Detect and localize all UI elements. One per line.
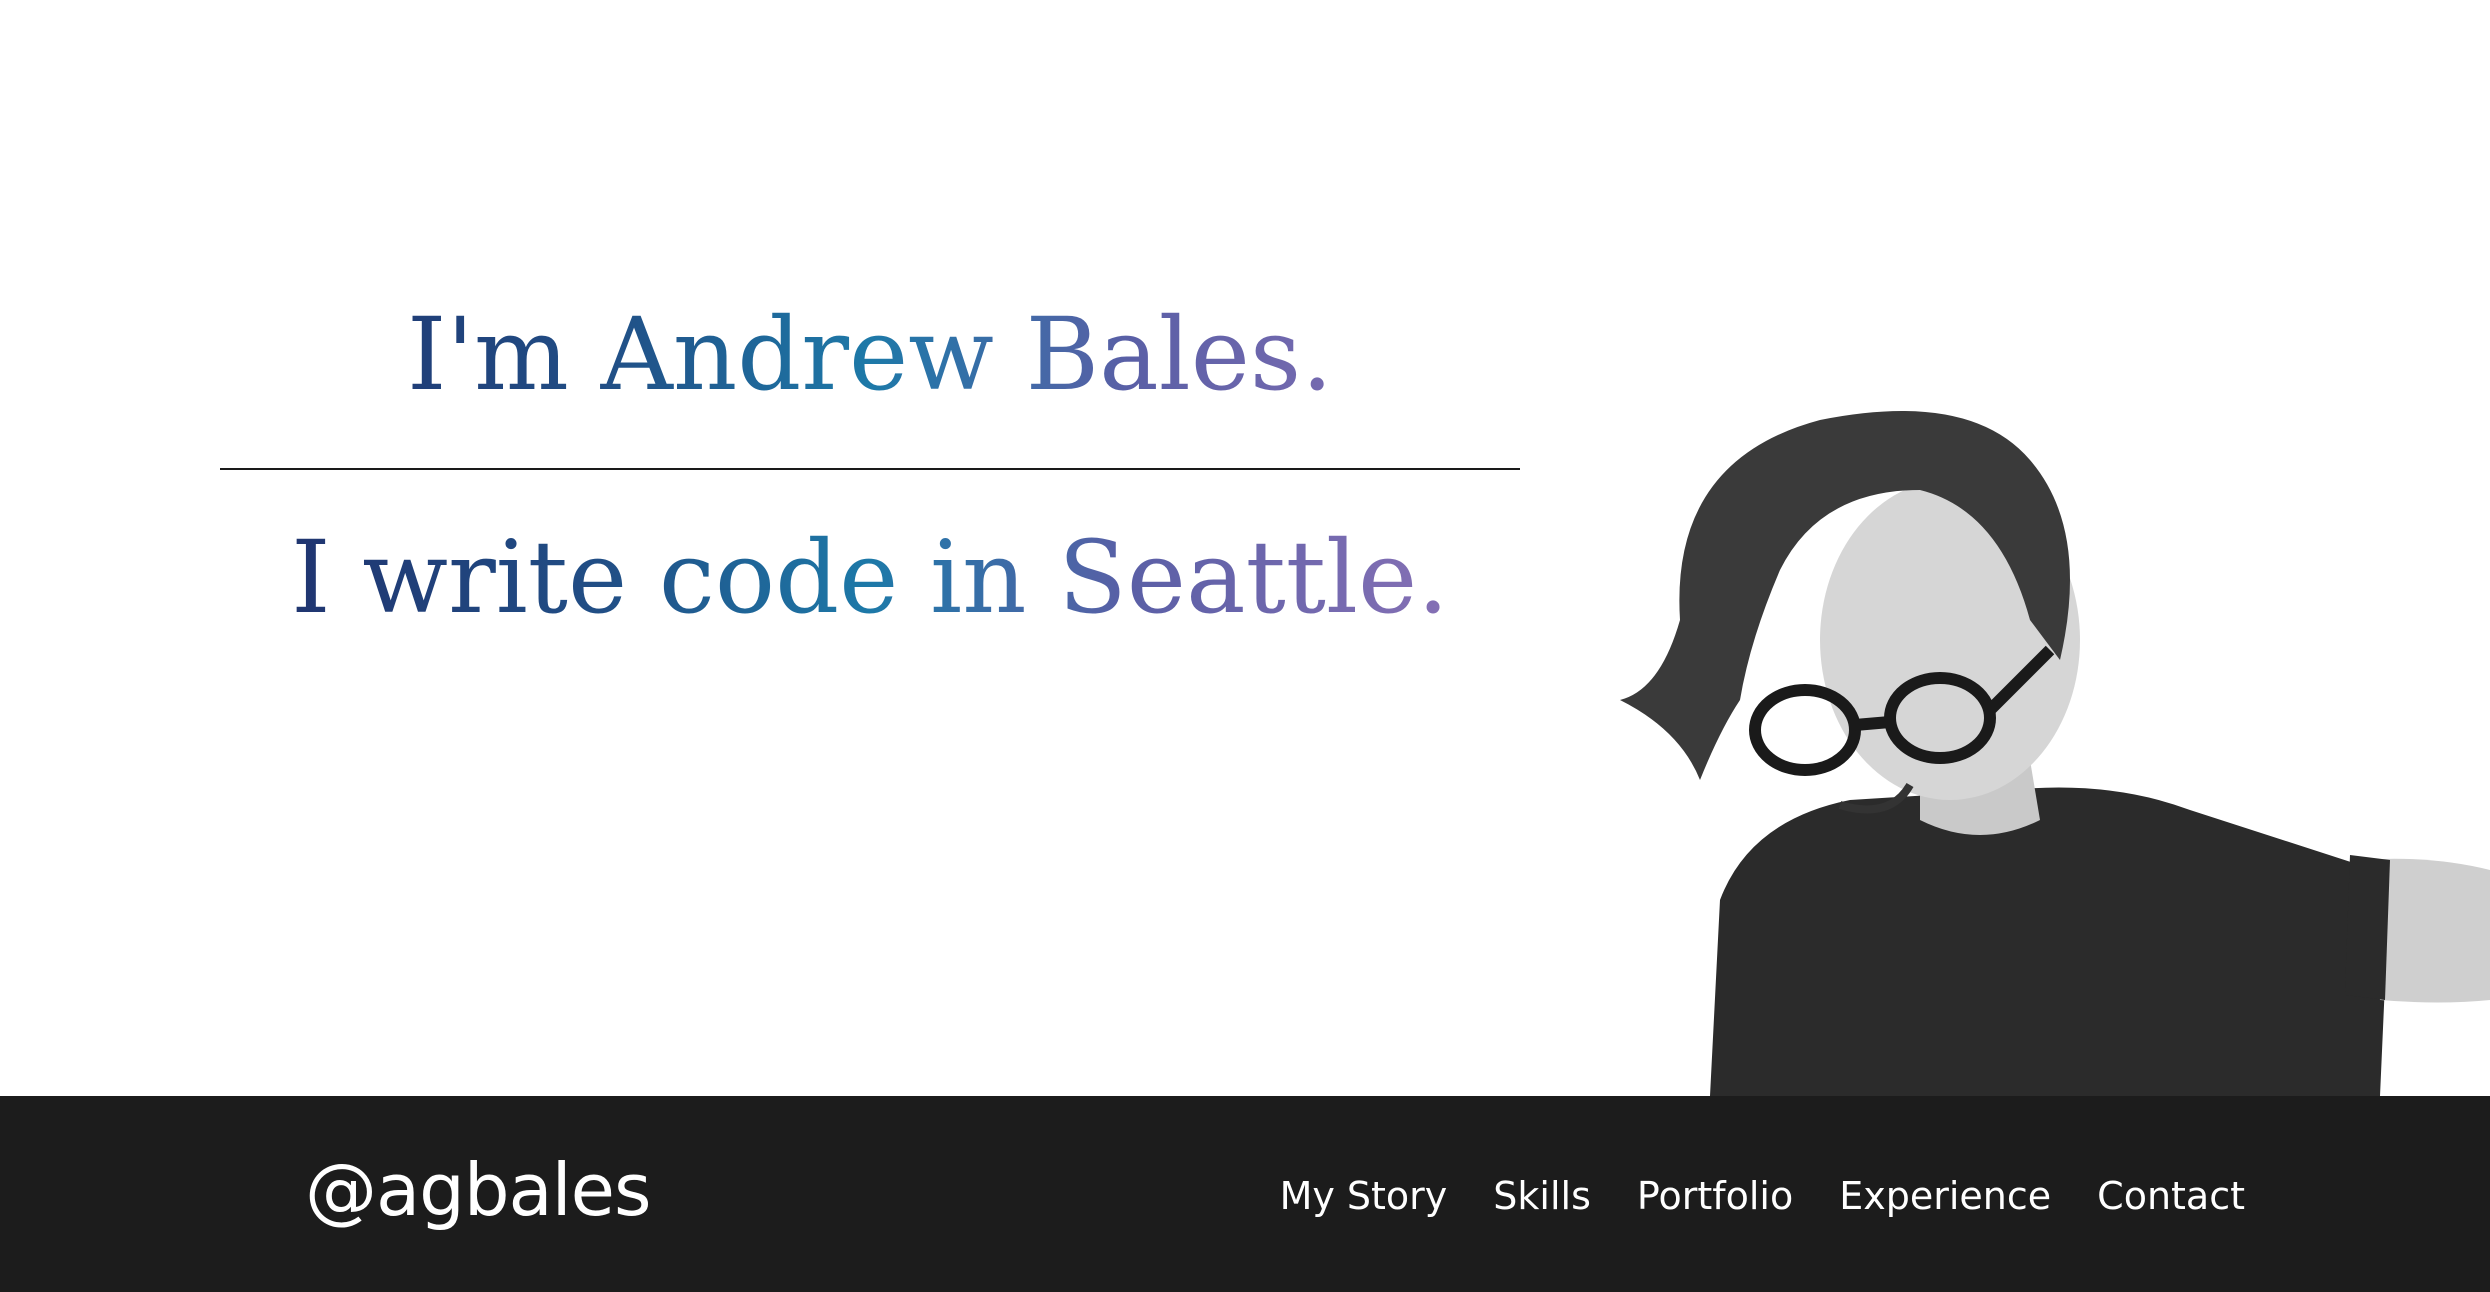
footer-bar: @agbales My Story Skills Portfolio Exper… bbox=[0, 1096, 2490, 1292]
brand-handle-link[interactable]: @agbales bbox=[305, 1148, 651, 1232]
portrait-photo bbox=[1620, 411, 2490, 1096]
nav-contact[interactable]: Contact bbox=[2097, 1174, 2245, 1218]
footer-nav: My Story Skills Portfolio Experience Con… bbox=[1280, 1174, 2245, 1218]
nav-skills[interactable]: Skills bbox=[1493, 1174, 1591, 1218]
nav-portfolio[interactable]: Portfolio bbox=[1637, 1174, 1793, 1218]
portrait-shirt bbox=[1710, 787, 2390, 1096]
hero-headline-tagline: I write code in Seattle. bbox=[220, 528, 1520, 628]
hero-divider bbox=[220, 468, 1520, 470]
nav-my-story[interactable]: My Story bbox=[1280, 1174, 1448, 1218]
hero-headline-name: I'm Andrew Bales. bbox=[220, 305, 1520, 405]
page: I'm Andrew Bales. I write code in Seattl… bbox=[0, 0, 2490, 1292]
nav-experience[interactable]: Experience bbox=[1839, 1174, 2051, 1218]
hero-section: I'm Andrew Bales. I write code in Seattl… bbox=[0, 0, 2490, 1096]
